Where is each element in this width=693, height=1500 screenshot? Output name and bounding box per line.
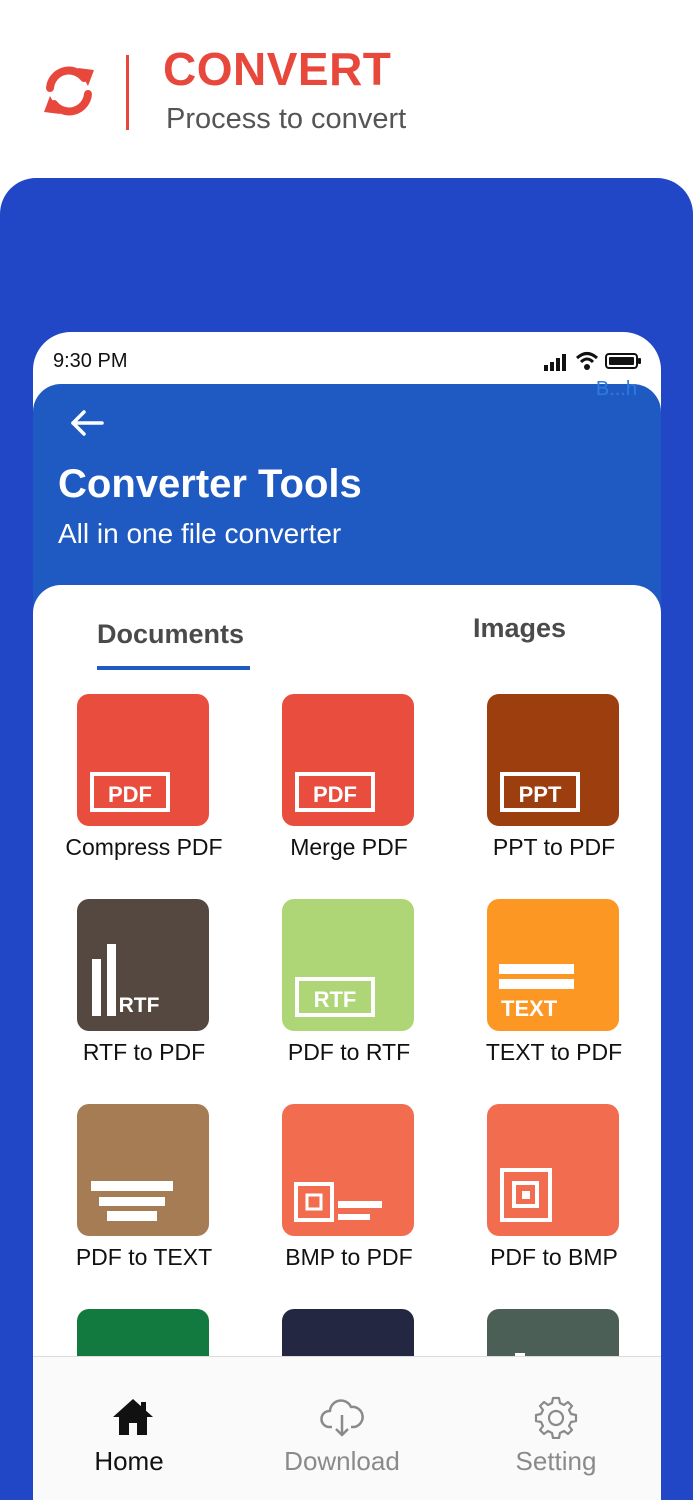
tool-pdf-to-bmp[interactable]: PDF to BMP xyxy=(464,1104,634,1284)
tool-label: Merge PDF xyxy=(290,834,408,860)
bottom-nav: Home Download Setting xyxy=(33,1356,661,1500)
pdf-file-icon: PDF xyxy=(295,772,375,812)
battery-icon xyxy=(605,353,641,369)
ad-text[interactable]: B...h xyxy=(596,378,637,401)
tool-rtf-to-pdf[interactable]: RTF RTF to PDF xyxy=(54,899,224,1079)
rtf-file-icon: RTF xyxy=(295,977,375,1017)
tool-badge: PPT xyxy=(519,782,562,807)
tool-ppt-to-pdf[interactable]: PPT PPT to PDF xyxy=(464,694,634,874)
tool-tile[interactable] xyxy=(282,1104,414,1236)
tool-pdf-to-text[interactable]: PDF to TEXT xyxy=(54,1104,224,1284)
tool-label: PPT to PDF xyxy=(492,834,616,860)
text-file-icon: TEXT xyxy=(499,964,574,1021)
tool-tile[interactable]: RTF xyxy=(282,899,414,1031)
app-title: Converter Tools xyxy=(58,462,362,506)
signal-icon xyxy=(544,354,566,371)
status-time: 9:30 PM xyxy=(53,350,128,372)
tool-label: PDF to RTF xyxy=(287,1039,411,1065)
nav-download[interactable]: Download xyxy=(242,1357,442,1500)
promo-header: CONVERT Process to convert xyxy=(0,0,693,178)
ppt-file-icon: PPT xyxy=(500,772,580,812)
tool-tile[interactable]: PDF xyxy=(282,694,414,826)
promo-divider xyxy=(126,55,129,130)
nav-download-label: Download xyxy=(284,1446,400,1476)
tool-tile[interactable] xyxy=(487,1104,619,1236)
tool-label: Compress PDF xyxy=(65,834,223,860)
nav-setting[interactable]: Setting xyxy=(456,1357,656,1500)
tool-label: BMP to PDF xyxy=(285,1244,413,1270)
nav-home-label: Home xyxy=(94,1446,164,1476)
status-bar: 9:30 PM xyxy=(33,332,661,386)
tool-tile[interactable] xyxy=(77,1104,209,1236)
tool-label: PDF to TEXT xyxy=(75,1244,213,1270)
gear-icon xyxy=(534,1396,578,1439)
pdf-file-icon: PDF xyxy=(90,772,170,812)
tool-text-to-pdf[interactable]: TEXT TEXT to PDF xyxy=(464,899,634,1079)
wifi-icon xyxy=(575,352,599,370)
tool-badge: PDF xyxy=(108,782,152,807)
refresh-icon xyxy=(44,66,94,116)
tab-documents[interactable]: Documents xyxy=(97,619,244,650)
promo-title: CONVERT xyxy=(163,43,392,95)
phone-mockup: 9:30 PM B...h Converter Tools All in one… xyxy=(33,332,661,1500)
tools-card: Documents Images PDF Compress PDF PDF Me… xyxy=(33,585,661,1415)
nav-setting-label: Setting xyxy=(515,1446,597,1476)
active-tab-indicator xyxy=(97,666,250,670)
tool-badge: RTF xyxy=(119,994,160,1017)
tool-badge: RTF xyxy=(314,987,357,1012)
tool-tile[interactable]: RTF xyxy=(77,899,209,1031)
tool-label: PDF to BMP xyxy=(490,1244,618,1270)
tool-badge: PDF xyxy=(313,782,357,807)
nav-home[interactable]: Home xyxy=(33,1357,233,1500)
tool-merge-pdf[interactable]: PDF Merge PDF xyxy=(259,694,429,874)
tool-tile[interactable]: PPT xyxy=(487,694,619,826)
tool-pdf-to-rtf[interactable]: RTF PDF to RTF xyxy=(259,899,429,1079)
tool-bmp-to-pdf[interactable]: BMP to PDF xyxy=(259,1104,429,1284)
home-icon xyxy=(113,1399,153,1435)
status-icons xyxy=(543,350,643,372)
back-arrow-icon[interactable] xyxy=(69,408,105,438)
promo-subtitle: Process to convert xyxy=(166,103,407,135)
tab-images[interactable]: Images xyxy=(473,613,566,644)
tool-tile[interactable]: PDF xyxy=(77,694,209,826)
text-lines-icon xyxy=(91,1181,173,1221)
cloud-download-icon xyxy=(320,1399,364,1437)
app-subtitle: All in one file converter xyxy=(58,518,342,549)
rtf-file-icon: RTF xyxy=(92,944,160,1017)
bmp-file-icon xyxy=(500,1168,552,1222)
bmp-file-icon xyxy=(294,1182,382,1222)
tool-compress-pdf[interactable]: PDF Compress PDF xyxy=(54,694,224,874)
tool-label: RTF to PDF xyxy=(82,1039,206,1065)
tool-label: TEXT to PDF xyxy=(485,1039,623,1065)
tool-badge: TEXT xyxy=(501,996,558,1021)
tool-tile[interactable]: TEXT xyxy=(487,899,619,1031)
